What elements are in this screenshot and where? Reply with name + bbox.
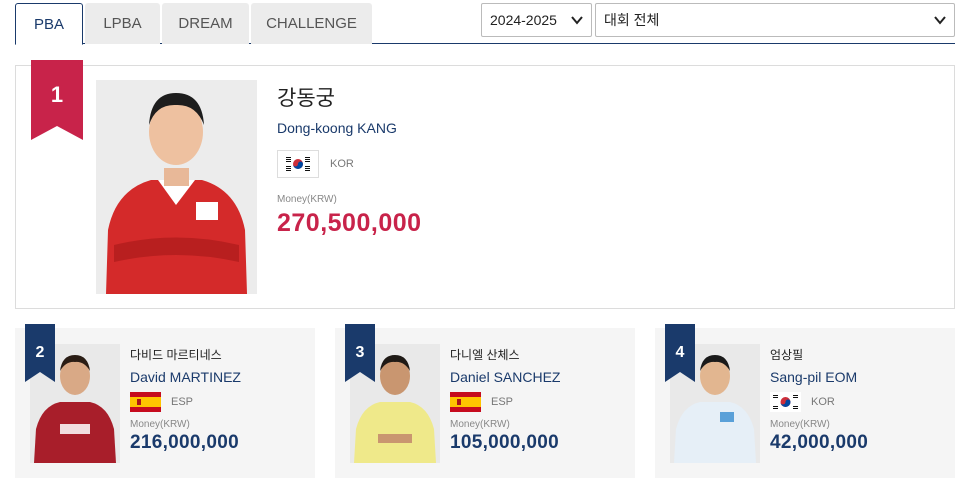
player-card[interactable]: 2 다비드 마르티네스 David MARTINEZ ESP Money(KRW… [15,324,315,478]
prize-money: 270,500,000 [277,209,422,237]
player-name-korean[interactable]: 강동궁 [277,82,422,112]
rank-number: 1 [50,82,64,107]
country-code: ESP [171,396,194,408]
spain-flag-icon [450,392,481,412]
player-name-english: Daniel SANCHEZ [450,369,561,385]
tab-dream[interactable]: DREAM [162,3,249,44]
season-select-value: 2024-2025 [490,12,557,28]
player-name-english: David MARTINEZ [130,369,241,385]
player-card[interactable]: 4 엄상필 Sang-pil EOM KOR Money(KRW) 42,000… [655,324,955,478]
player-info: 강동궁 Dong-koong KANG KOR Money(KRW) 270,5… [277,82,422,238]
prize-money: 105,000,000 [450,432,559,453]
event-select[interactable]: 대회 전체 [595,3,955,37]
player-info: 다니엘 산체스 Daniel SANCHEZ ESP Money(KRW) 10… [450,346,560,454]
top-ranked-player-card[interactable]: 1 강동궁 Dong-koong KANG KOR Money(KRW) 270… [15,60,955,309]
nationality: ESP [450,392,560,412]
money-label: Money(KRW) [770,419,830,430]
money-label: Money(KRW) [450,419,510,430]
money-label: Money(KRW) [277,194,337,205]
rank-number: 3 [355,344,365,361]
country-code: ESP [491,396,514,408]
rank-number: 2 [35,344,45,361]
season-select[interactable]: 2024-2025 [481,3,592,37]
prize-money: 216,000,000 [130,432,239,453]
money-label: Money(KRW) [130,419,190,430]
player-name-english: Dong-koong KANG [277,120,397,136]
korea-flag-icon [770,392,801,412]
event-select-value: 대회 전체 [604,12,660,28]
chevron-down-icon [934,16,946,25]
rank-number: 4 [675,344,685,361]
nationality: ESP [130,392,241,412]
nationality: KOR [277,150,422,178]
rank-ribbon: 4 [665,324,695,382]
rank-ribbon: 3 [345,324,375,382]
prize-money: 42,000,000 [770,432,869,453]
player-name-english: Sang-pil EOM [770,369,858,385]
tab-pba[interactable]: PBA [15,3,83,45]
nationality: KOR [770,392,868,412]
player-photo [96,80,257,294]
spain-flag-icon [130,392,161,412]
tab-challenge[interactable]: CHALLENGE [251,3,372,44]
player-name-korean[interactable]: 다비드 마르티네스 [130,346,241,363]
player-info: 다비드 마르티네스 David MARTINEZ ESP Money(KRW) … [130,346,241,454]
player-card[interactable]: 3 다니엘 산체스 Daniel SANCHEZ ESP Money(KRW) … [335,324,635,478]
rank-ribbon: 2 [25,324,55,382]
tab-lpba[interactable]: LPBA [85,3,160,44]
player-info: 엄상필 Sang-pil EOM KOR Money(KRW) 42,000,0… [770,346,868,454]
korea-flag-icon [277,150,319,178]
player-name-korean[interactable]: 엄상필 [770,346,868,363]
player-name-korean[interactable]: 다니엘 산체스 [450,346,560,363]
country-code: KOR [811,396,835,408]
country-code: KOR [330,158,354,170]
chevron-down-icon [571,16,583,25]
rank-ribbon: 1 [31,60,83,140]
